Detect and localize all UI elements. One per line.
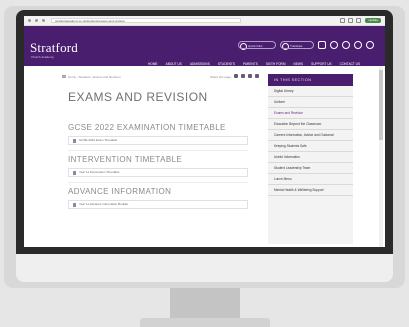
site-logo[interactable]: Stratford	[30, 40, 78, 56]
sidebar-item-safety[interactable]: Keeping Students Safe	[268, 141, 353, 152]
file-link-label: Year 11 Advance Information Booklet	[79, 202, 129, 206]
monitor-stand	[170, 288, 240, 322]
sidebar-item-digital-library[interactable]: Digital Library	[268, 86, 353, 97]
page-content: Home › Students › Exams and Revision Sha…	[24, 66, 385, 247]
facebook-icon[interactable]	[342, 41, 350, 49]
share-twitter-icon[interactable]	[241, 74, 245, 78]
sidebar-title: IN THIS SECTION	[268, 74, 353, 86]
sidebar-item-education-beyond[interactable]: Education Beyond the Classroom	[268, 119, 353, 130]
share-facebook-icon[interactable]	[234, 74, 238, 78]
browser-icons: Update	[337, 18, 381, 23]
address-bar[interactable]: stratfordacademy.co.uk/students/exams-an…	[51, 18, 241, 23]
document-icon	[73, 171, 76, 175]
file-link[interactable]: GCSE 2022 Exam Timetable	[68, 136, 248, 145]
star-icon[interactable]	[340, 18, 346, 23]
profile-icon[interactable]	[356, 18, 362, 23]
update-button[interactable]: Update	[365, 18, 381, 23]
calendar-icon[interactable]	[318, 41, 326, 49]
section-heading: INTERVENTION TIMETABLE	[68, 155, 183, 164]
divider	[68, 182, 248, 183]
breadcrumb[interactable]: Home › Students › Exams and Revision	[68, 75, 121, 79]
email-icon[interactable]	[366, 41, 374, 49]
scrollbar-thumb[interactable]	[379, 70, 383, 140]
back-icon[interactable]	[28, 19, 31, 22]
sidebar-item-careers[interactable]: Careers Information, Advice and Guidance	[268, 130, 353, 141]
sidebar-item-lunch-menu[interactable]: Lunch Menu	[268, 174, 353, 185]
sidebar-item-exams[interactable]: Exams and Revision	[268, 108, 353, 119]
sidebar-item-mental-health[interactable]: Mental Health & Wellbeing Support	[268, 185, 353, 196]
monitor-chin	[16, 254, 393, 282]
file-link[interactable]: Year 11 Advance Information Booklet	[68, 200, 248, 209]
phone-icon[interactable]	[330, 41, 338, 49]
quick-links-button[interactable]: Quick links	[238, 41, 276, 49]
document-icon	[73, 139, 76, 143]
twitter-icon[interactable]	[354, 41, 362, 49]
document-icon	[73, 203, 76, 207]
sidebar-item-leadership[interactable]: Student Leadership Team	[268, 163, 353, 174]
file-link-label: GCSE 2022 Exam Timetable	[79, 138, 118, 142]
sidebar-item-useful-info[interactable]: Useful Information	[268, 152, 353, 163]
monitor-base	[140, 318, 270, 327]
site-header: Stratford Church Academy Quick links Tra…	[24, 26, 385, 69]
page-title: EXAMS AND REVISION	[68, 90, 208, 104]
share-print-icon[interactable]	[255, 74, 259, 78]
section-sidebar: IN THIS SECTION Digital Library Uniform …	[268, 74, 353, 244]
share-email-icon[interactable]	[248, 74, 252, 78]
logo-subtitle: Church Academy	[31, 55, 54, 59]
file-link-label: Year 11 Intervention Timetable	[79, 170, 120, 174]
screen: stratfordacademy.co.uk/students/exams-an…	[24, 16, 385, 247]
translate-button[interactable]: Translate	[280, 41, 314, 49]
reload-icon[interactable]	[42, 19, 45, 22]
forward-icon[interactable]	[35, 19, 38, 22]
home-icon[interactable]	[62, 75, 66, 78]
browser-toolbar: stratfordacademy.co.uk/students/exams-an…	[24, 16, 385, 26]
share-label: Share this page	[210, 75, 232, 79]
sidebar-item-uniform[interactable]: Uniform	[268, 97, 353, 108]
section-heading: GCSE 2022 EXAMINATION TIMETABLE	[68, 123, 226, 132]
section-heading: ADVANCE INFORMATION	[68, 187, 172, 196]
divider	[68, 150, 248, 151]
file-link[interactable]: Year 11 Intervention Timetable	[68, 168, 248, 177]
extensions-icon[interactable]	[348, 18, 354, 23]
